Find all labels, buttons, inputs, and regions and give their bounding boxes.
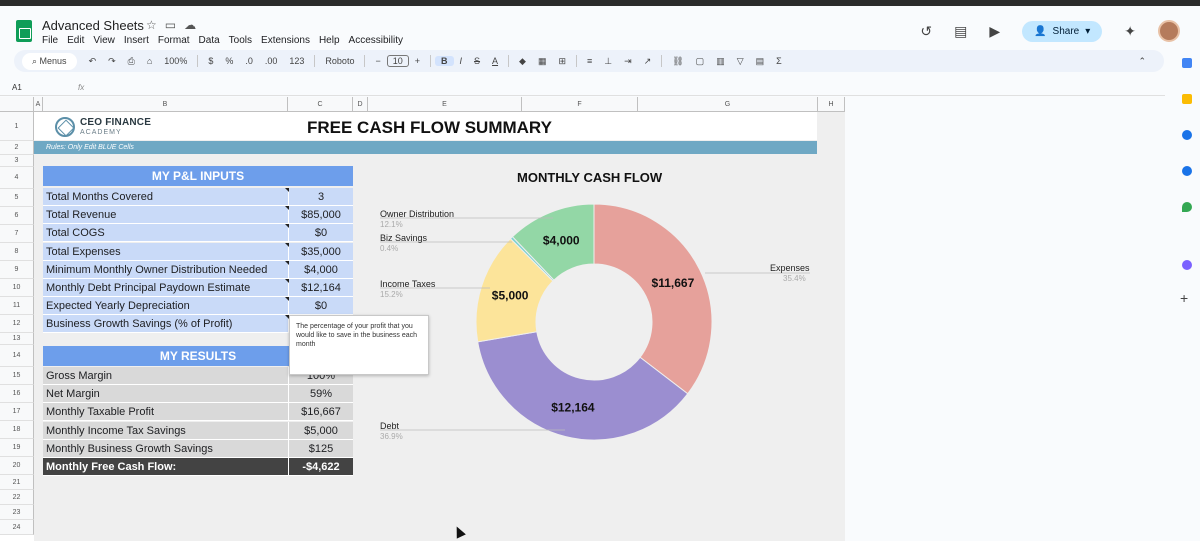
slice-value-label: $12,164 xyxy=(551,400,595,414)
legend-label: Biz Savings xyxy=(380,233,428,243)
legend-percent: 35.4% xyxy=(783,274,806,283)
slice-expenses[interactable] xyxy=(593,203,713,395)
legend-percent: 15.2% xyxy=(380,290,403,299)
legend-percent: 0.4% xyxy=(380,244,399,253)
slice-value-label: $11,667 xyxy=(652,276,695,290)
slice-value-label: $5,000 xyxy=(492,288,529,302)
legend-label: Expenses xyxy=(770,263,810,273)
legend-label: Debt xyxy=(380,421,400,431)
donut-chart[interactable]: $11,667 $12,164 $5,000 $4,000 xyxy=(0,0,1200,541)
legend-percent: 36.9% xyxy=(380,432,403,441)
legend-label: Owner Distribution xyxy=(380,209,455,219)
legend-percent: 12.1% xyxy=(380,220,403,229)
legend-label: Income Taxes xyxy=(380,279,436,289)
slice-value-label: $4,000 xyxy=(543,233,580,247)
